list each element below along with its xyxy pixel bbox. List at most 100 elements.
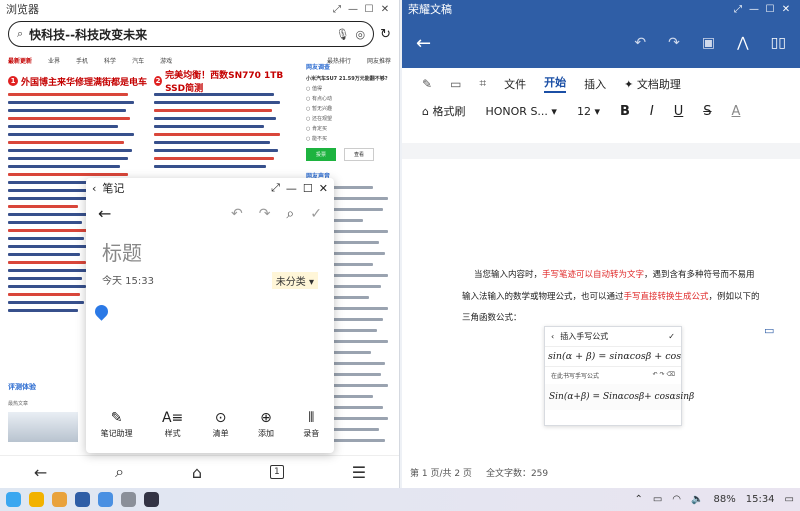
app-icon-launcher[interactable]	[6, 492, 21, 507]
headline-left[interactable]: 1 外国博主来华修理满街都是电车	[8, 74, 148, 88]
category-dropdown[interactable]: 未分类 ▾	[271, 272, 318, 289]
minimize-icon[interactable]: —	[746, 4, 762, 15]
tabs-count-icon[interactable]: 1	[269, 465, 284, 479]
italic-button[interactable]: I	[650, 104, 654, 119]
search-icon[interactable]: ⌕	[286, 206, 294, 222]
search-query[interactable]: 快科技--科技改变未来	[29, 26, 329, 43]
undo-icon[interactable]: ↶	[634, 35, 646, 51]
dock	[6, 492, 159, 507]
app-icon-browser[interactable]	[98, 492, 113, 507]
font-size-select[interactable]: 12 ▾	[577, 105, 600, 118]
nav-item-industry[interactable]: 业界	[48, 56, 60, 65]
tool-style[interactable]: A≡ 样式	[162, 410, 183, 439]
done-check-icon[interactable]: ✓	[310, 206, 322, 222]
nav-item-car[interactable]: 汽车	[132, 56, 144, 65]
note-heading[interactable]: 标题	[86, 229, 334, 266]
vote-button[interactable]: 投票	[306, 148, 337, 161]
home-icon[interactable]: ⌂	[192, 463, 202, 482]
handwriting-formula-dialog: ‹ 插入手写公式 ✓ sin(α + β) = sinαcosβ + cosα …	[544, 326, 694, 426]
notification-icon[interactable]: ▭	[785, 494, 794, 505]
tool-add[interactable]: ⊕ 添加	[258, 410, 274, 439]
survey-option[interactable]: ○ 暂无兴趣	[306, 105, 392, 112]
read-mode-icon[interactable]: ▯▯	[771, 35, 786, 51]
nav-item-phone[interactable]: 手机	[76, 56, 88, 65]
survey-option[interactable]: ○ 有点心动	[306, 95, 392, 102]
comment-bubble-icon[interactable]: ▭	[764, 324, 774, 337]
text-style-icon: A≡	[161, 410, 184, 426]
comment-icon[interactable]: ▭	[450, 77, 461, 91]
maximize-icon[interactable]: ☐	[303, 182, 313, 195]
notes-title: 笔记	[102, 182, 125, 195]
volume-icon[interactable]: 🔈	[691, 494, 703, 505]
fullscreen-icon[interactable]: ⤢	[271, 181, 280, 195]
keyboard-icon[interactable]: ▭	[653, 494, 662, 505]
collapse-icon[interactable]: ‹	[92, 182, 96, 195]
minimize-icon[interactable]: —	[286, 182, 297, 195]
doc-paragraph-3[interactable]: 三角函数公式：	[462, 311, 522, 323]
camera-icon[interactable]: ◎	[355, 28, 365, 41]
doc-paragraph-1[interactable]: 当您输入内容时，手写笔迹可以自动转为文字，遇到含有多种符号而不易用	[474, 268, 755, 280]
redo-icon[interactable]: ↷	[668, 35, 680, 51]
survey-option[interactable]: ○ 还在观望	[306, 115, 392, 122]
bold-button[interactable]: B	[620, 104, 630, 119]
app-icon-docs[interactable]	[75, 492, 90, 507]
tab-doc-assistant[interactable]: ✦ 文档助理	[624, 76, 681, 92]
app-icon-files[interactable]	[52, 492, 67, 507]
undo-icon[interactable]: ↶ ↷ ⌫	[653, 371, 675, 380]
app-icon-settings[interactable]	[121, 492, 136, 507]
address-bar[interactable]: ⌕ 快科技--科技改变未来 🎙 ◎	[8, 21, 375, 47]
tool-record[interactable]: ⫴ 录音	[303, 410, 319, 439]
back-icon[interactable]: ←	[34, 463, 47, 482]
undo-icon[interactable]: ↶	[231, 206, 243, 222]
survey-option[interactable]: ○ 肯定买	[306, 125, 392, 132]
back-arrow-icon[interactable]: ←	[416, 33, 612, 54]
maximize-icon[interactable]: ☐	[762, 4, 778, 15]
share-icon[interactable]: ⋀	[737, 35, 748, 51]
nav-item-game[interactable]: 游戏	[160, 56, 172, 65]
maximize-icon[interactable]: ☐	[361, 4, 377, 15]
font-color-button[interactable]: A	[732, 104, 741, 119]
survey-option[interactable]: ○ 值得	[306, 85, 392, 92]
battery-level[interactable]: 88%	[713, 494, 735, 505]
tab-home[interactable]: 开始	[544, 74, 567, 93]
cursor-handle-icon[interactable]	[92, 302, 111, 321]
article-thumbnail[interactable]	[8, 412, 78, 442]
minimize-icon[interactable]: —	[345, 4, 361, 15]
save-icon[interactable]: ▣	[702, 35, 715, 51]
headline-right[interactable]: 2 完美均衡！西数SN770 1TB SSD简测	[154, 71, 294, 94]
close-icon[interactable]: ✕	[778, 4, 794, 15]
nav-item-science[interactable]: 科学	[104, 56, 116, 65]
scan-icon[interactable]: ⌗	[479, 76, 486, 91]
tab-insert[interactable]: 插入	[584, 76, 606, 92]
tab-file[interactable]: 文件	[504, 76, 526, 92]
pen-icon[interactable]: ✎	[422, 77, 432, 91]
refresh-icon[interactable]: ↻	[380, 27, 391, 42]
redo-icon[interactable]: ↷	[259, 206, 271, 222]
strikethrough-button[interactable]: S	[703, 104, 711, 119]
font-select[interactable]: HONOR S... ▾	[485, 105, 556, 118]
microphone-icon[interactable]: 🎙	[336, 28, 350, 41]
menu-icon[interactable]: ☰	[352, 463, 366, 482]
fullscreen-icon[interactable]: ⤢	[730, 4, 746, 15]
close-icon[interactable]: ✕	[377, 4, 393, 15]
fullscreen-icon[interactable]: ⤢	[329, 4, 345, 15]
handwriting-canvas[interactable]: Sin(α+β) = Sinαcosβ+ cosαsinβ	[545, 384, 694, 410]
notes-bottom-toolbar: ✎ 笔记助理 A≡ 样式 ⊙ 清单 ⊕ 添加 ⫴ 录音	[86, 410, 334, 439]
back-arrow-icon[interactable]: ←	[98, 204, 215, 223]
app-icon-camera[interactable]	[144, 492, 159, 507]
clock[interactable]: 15:34	[746, 494, 775, 505]
app-icon-notes[interactable]	[29, 492, 44, 507]
view-result-button[interactable]: 查看	[344, 148, 375, 161]
nav-item-latest[interactable]: 最新更新	[8, 56, 32, 65]
search-icon[interactable]: ⌕	[115, 462, 124, 482]
tool-note-assistant[interactable]: ✎ 笔记助理	[101, 410, 133, 439]
tool-checklist[interactable]: ⊙ 清单	[213, 410, 229, 439]
doc-paragraph-2[interactable]: 输入法输入的数学或物理公式，也可以通过手写直接转换生成公式，例如以下的	[462, 290, 760, 302]
survey-option[interactable]: ○ 能不买	[306, 135, 392, 142]
close-icon[interactable]: ✕	[319, 182, 328, 195]
wifi-icon[interactable]: ◠	[672, 494, 681, 505]
up-arrow-icon[interactable]: ⌃	[634, 494, 642, 505]
confirm-check-icon[interactable]: ✓	[668, 332, 675, 341]
underline-button[interactable]: U	[674, 104, 684, 119]
format-painter-button[interactable]: ⌂ 格式刷	[422, 103, 465, 119]
